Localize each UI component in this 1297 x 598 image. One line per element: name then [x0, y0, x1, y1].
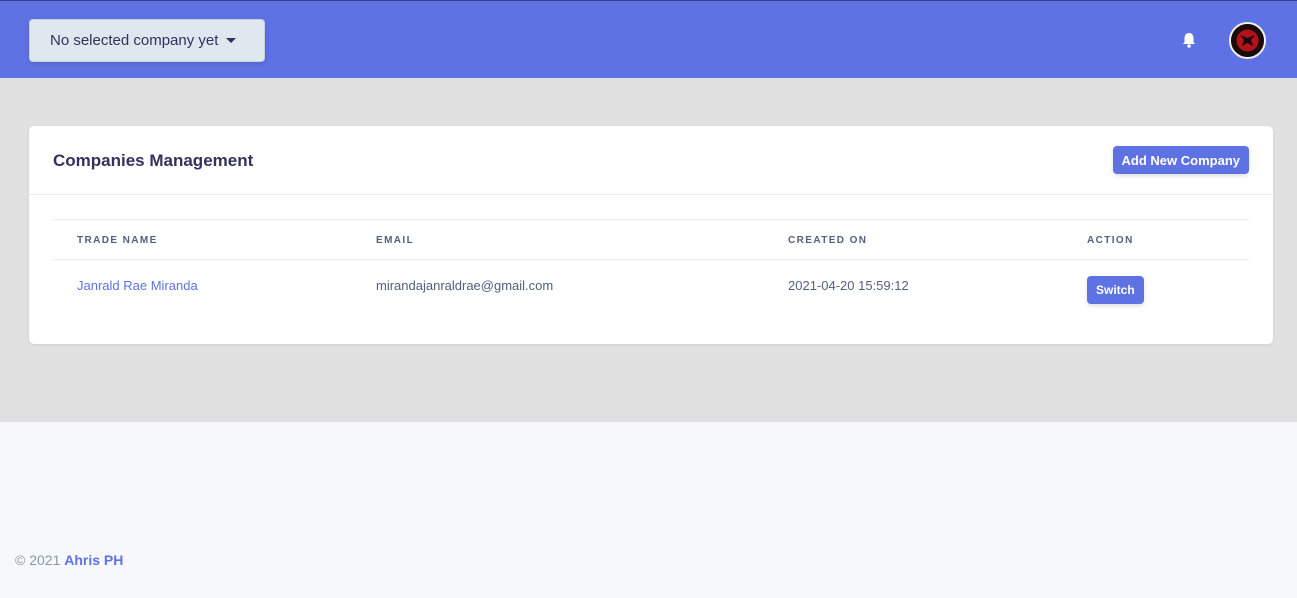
company-select-label: No selected company yet — [50, 32, 219, 49]
switch-button[interactable]: Switch — [1087, 276, 1144, 304]
companies-table: TRADE NAME EMAIL CREATED ON ACTION Janra… — [53, 219, 1249, 320]
top-navbar: No selected company yet — [0, 0, 1297, 78]
column-header-trade-name[interactable]: TRADE NAME — [77, 235, 158, 246]
created-on-cell: 2021-04-20 15:59:12 — [788, 278, 909, 293]
column-header-created-on[interactable]: CREATED ON — [788, 235, 867, 246]
footer: © 2021 Ahris PH — [15, 552, 123, 568]
trade-name-link[interactable]: Janrald Rae Miranda — [77, 278, 198, 293]
bell-icon[interactable] — [1180, 31, 1198, 49]
add-new-company-button[interactable]: Add New Company — [1112, 146, 1249, 174]
column-header-email[interactable]: EMAIL — [376, 235, 414, 246]
company-select-dropdown[interactable]: No selected company yet — [29, 19, 265, 62]
table-header: TRADE NAME EMAIL CREATED ON ACTION — [53, 220, 1249, 260]
copyright-text: © 2021 — [15, 552, 61, 568]
caret-down-icon — [226, 38, 237, 43]
table-row: Janrald Rae Miranda mirandajanraldrae@gm… — [53, 260, 1249, 320]
companies-card: Companies Management Add New Company TRA… — [29, 126, 1273, 344]
page-title: Companies Management — [53, 151, 254, 170]
footer-brand-link[interactable]: Ahris PH — [64, 552, 123, 568]
card-header: Companies Management Add New Company — [29, 126, 1273, 195]
email-cell: mirandajanraldrae@gmail.com — [376, 278, 554, 293]
avatar[interactable] — [1229, 22, 1266, 59]
column-header-action: ACTION — [1087, 235, 1134, 246]
